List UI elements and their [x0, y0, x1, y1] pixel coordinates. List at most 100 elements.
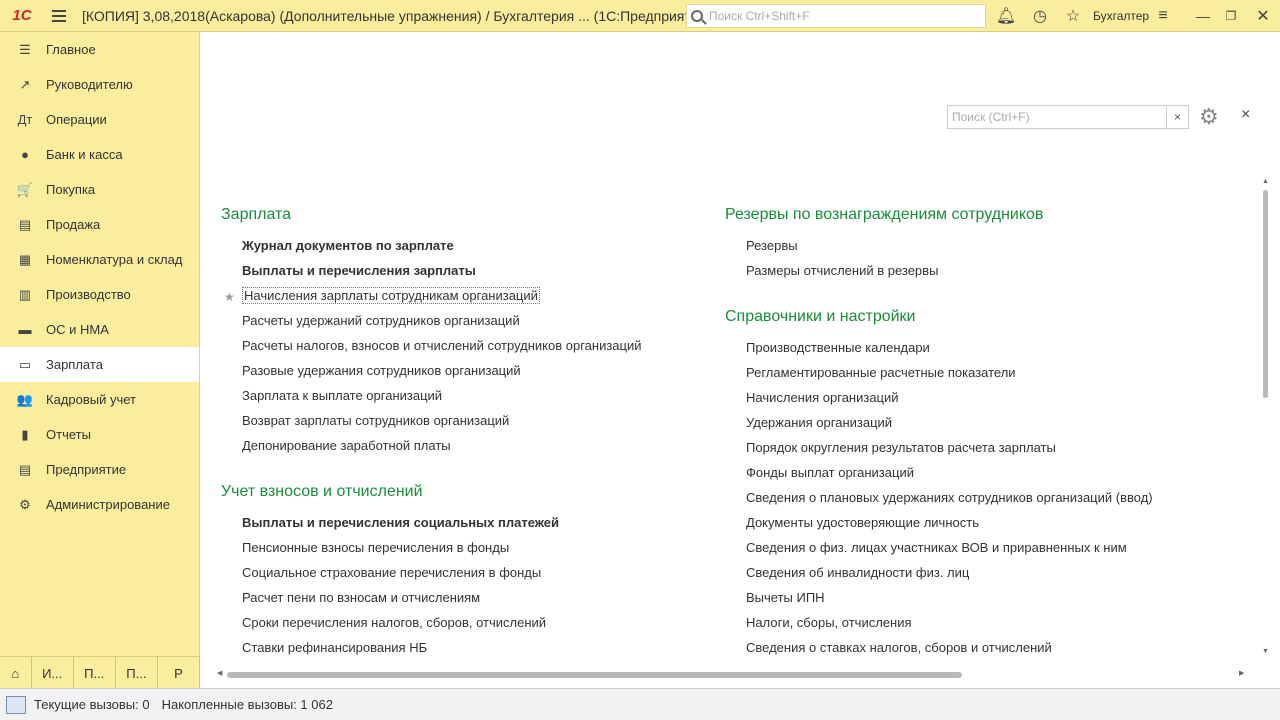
scroll-left-icon[interactable]: ◀: [217, 669, 222, 677]
nav-link[interactable]: Социальное страхование перечисления в фо…: [221, 563, 701, 588]
nav-link[interactable]: Производственные календари: [725, 338, 1245, 363]
sidebar-item-icon: ▤: [18, 461, 32, 477]
nav-link-label: Налоги, сборы, отчисления: [746, 615, 912, 630]
nav-link[interactable]: Сведения о ставках налогов, сборов и отч…: [725, 638, 1245, 663]
sidebar-item[interactable]: ▤ Продажа: [0, 207, 199, 242]
search-input[interactable]: Поиск (Ctrl+F): [947, 105, 1167, 129]
nav-link-label: Депонирование заработной платы: [242, 438, 451, 453]
sidebar-item[interactable]: 👥 Кадровый учет: [0, 382, 199, 417]
window-title: [КОПИЯ] 3,08,2018(Аскарова) (Дополнитель…: [82, 7, 712, 24]
settings-menu-icon[interactable]: ≡: [1152, 0, 1174, 32]
right-column: Резервы по вознаграждениям сотрудников Ре…: [725, 206, 1245, 663]
nav-link[interactable]: Сведения о плановых удержаниях сотрудник…: [725, 488, 1245, 513]
sidebar-item[interactable]: ▭ Зарплата: [0, 347, 199, 382]
favorite-star-icon[interactable]: ★: [224, 287, 235, 307]
nav-link[interactable]: Расчеты удержаний сотрудников организаци…: [221, 311, 701, 336]
sidebar-item-label: Отчеты: [46, 427, 91, 442]
scroll-down-icon[interactable]: ▼: [1262, 648, 1269, 655]
sidebar-item[interactable]: ⚙ Администрирование: [0, 487, 199, 522]
open-windows-bar: ⌂ И... П... П... Р: [0, 656, 200, 688]
sidebar-item-label: Кадровый учет: [46, 392, 136, 407]
global-search-input[interactable]: Поиск Ctrl+Shift+F: [686, 4, 986, 28]
nav-link-label: Порядок округления результатов расчета з…: [746, 440, 1056, 455]
bell-icon[interactable]: 🔔︎: [994, 0, 1018, 32]
sidebar-item-label: Главное: [46, 42, 96, 57]
open-window-tab[interactable]: И...: [32, 657, 74, 688]
sidebar-item-icon: ☰: [19, 41, 31, 57]
restore-icon[interactable]: ❐: [1220, 0, 1242, 32]
nav-link[interactable]: Начисления организаций: [725, 388, 1245, 413]
nav-link[interactable]: Налоги, сборы, отчисления: [725, 613, 1245, 638]
nav-link[interactable]: Выплаты и перечисления зарплаты: [221, 261, 701, 286]
nav-link[interactable]: Разовые удержания сотрудников организаци…: [221, 361, 701, 386]
nav-link-label: Возврат зарплаты сотрудников организаций: [242, 413, 510, 428]
section-title: Резервы по вознаграждениям сотрудников: [725, 206, 1044, 223]
sidebar-item[interactable]: ▥ Производство: [0, 277, 199, 312]
gear-icon[interactable]: ⚙: [1199, 104, 1219, 130]
user-name[interactable]: Бухгалтер: [1093, 0, 1149, 32]
history-icon[interactable]: ◷: [1028, 0, 1052, 32]
sidebar-item[interactable]: ● Банк и касса: [0, 137, 199, 172]
sidebar-item-label: ОС и НМА: [46, 322, 109, 337]
nav-link[interactable]: Возврат зарплаты сотрудников организаций: [221, 411, 701, 436]
sidebar-item-icon: ▮: [21, 426, 29, 442]
nav-link[interactable]: Резервы: [725, 236, 1245, 261]
nav-link[interactable]: Фонды выплат организаций: [725, 463, 1245, 488]
vertical-scrollbar[interactable]: ▲ ▼: [1261, 178, 1269, 658]
nav-link[interactable]: Пенсионные взносы перечисления в фонды: [221, 538, 701, 563]
minimize-icon[interactable]: —: [1192, 0, 1214, 32]
sidebar-item[interactable]: ▮ Отчеты: [0, 417, 199, 452]
nav-link[interactable]: Сведения о физ. лицах участниках ВОВ и п…: [725, 538, 1245, 563]
nav-link[interactable]: Ставки рефинансирования НБ: [221, 638, 701, 663]
section-content: Поиск (Ctrl+F) × ⚙ × Зарплата Журнал доку…: [201, 32, 1280, 688]
nav-link[interactable]: Расчет пени по взносам и отчислениям: [221, 588, 701, 613]
nav-link[interactable]: Вычеты ИПН: [725, 588, 1245, 613]
nav-link[interactable]: Выплаты и перечисления социальных платеж…: [221, 513, 701, 538]
nav-link[interactable]: Депонирование заработной платы: [221, 436, 701, 461]
sidebar-item[interactable]: ▬ ОС и НМА: [0, 312, 199, 347]
nav-link[interactable]: Расчеты налогов, взносов и отчислений со…: [221, 336, 701, 361]
nav-link[interactable]: Порядок округления результатов расчета з…: [725, 438, 1245, 463]
nav-link-label: Выплаты и перечисления социальных платеж…: [242, 515, 560, 530]
search-placeholder: Поиск (Ctrl+F): [952, 110, 1030, 124]
home-tab-icon[interactable]: ⌂: [0, 657, 32, 688]
nav-link-label: Производственные календари: [746, 340, 930, 355]
sidebar-item[interactable]: ↗ Руководителю: [0, 67, 199, 102]
sidebar-item[interactable]: 🛒 Покупка: [0, 172, 199, 207]
nav-link-label: Начисления организаций: [746, 390, 899, 405]
nav-link[interactable]: Журнал документов по зарплате: [221, 236, 701, 261]
nav-link[interactable]: Документы удостоверяющие личность: [725, 513, 1245, 538]
scrollbar-thumb[interactable]: [1263, 190, 1268, 398]
scroll-right-icon[interactable]: ▶: [1239, 669, 1244, 677]
scroll-up-icon[interactable]: ▲: [1262, 178, 1269, 185]
sidebar-item-icon: ▭: [18, 356, 32, 372]
nav-link[interactable]: Сроки перечисления налогов, сборов, отчи…: [221, 613, 701, 638]
nav-link[interactable]: Удержания организаций: [725, 413, 1245, 438]
nav-link-label: Сроки перечисления налогов, сборов, отчи…: [242, 615, 547, 630]
open-window-tab[interactable]: П...: [116, 657, 158, 688]
sidebar-item[interactable]: Дт Операции: [0, 102, 199, 137]
nav-link[interactable]: ★ Начисления зарплаты сотрудникам организ…: [221, 286, 701, 311]
nav-link[interactable]: Регламентированные расчетные показатели: [725, 363, 1245, 388]
close-icon[interactable]: ✕: [1252, 0, 1274, 32]
nav-link[interactable]: Зарплата к выплате организаций: [221, 386, 701, 411]
main-menu-icon[interactable]: [44, 0, 74, 32]
sidebar-item-icon: ⚙: [19, 496, 31, 512]
nav-link-label: Зарплата к выплате организаций: [242, 388, 443, 403]
nav-link-label: Сведения о ставках налогов, сборов и отч…: [746, 640, 1052, 655]
sidebar-item[interactable]: ▤ Предприятие: [0, 452, 199, 487]
nav-link[interactable]: Размеры отчислений в резервы: [725, 261, 1245, 286]
sidebar-item[interactable]: ☰ Главное: [0, 32, 199, 67]
scrollbar-thumb[interactable]: [227, 672, 962, 678]
sidebar-item[interactable]: ▦ Номенклатура и склад: [0, 242, 199, 277]
nav-link[interactable]: Сведения об инвалидности физ. лиц: [725, 563, 1245, 588]
star-icon[interactable]: ☆: [1061, 0, 1085, 32]
close-button[interactable]: ×: [1241, 106, 1250, 124]
sidebar-item-icon: Дт: [17, 112, 33, 127]
open-window-tab[interactable]: П...: [74, 657, 116, 688]
nav-link-label: Резервы: [746, 238, 798, 253]
clear-search-button[interactable]: ×: [1167, 105, 1189, 129]
nav-link-label: Сведения о физ. лицах участниках ВОВ и п…: [746, 540, 1127, 555]
horizontal-scrollbar[interactable]: ◀ ▶: [217, 670, 1247, 680]
open-window-tab[interactable]: Р: [158, 657, 200, 688]
